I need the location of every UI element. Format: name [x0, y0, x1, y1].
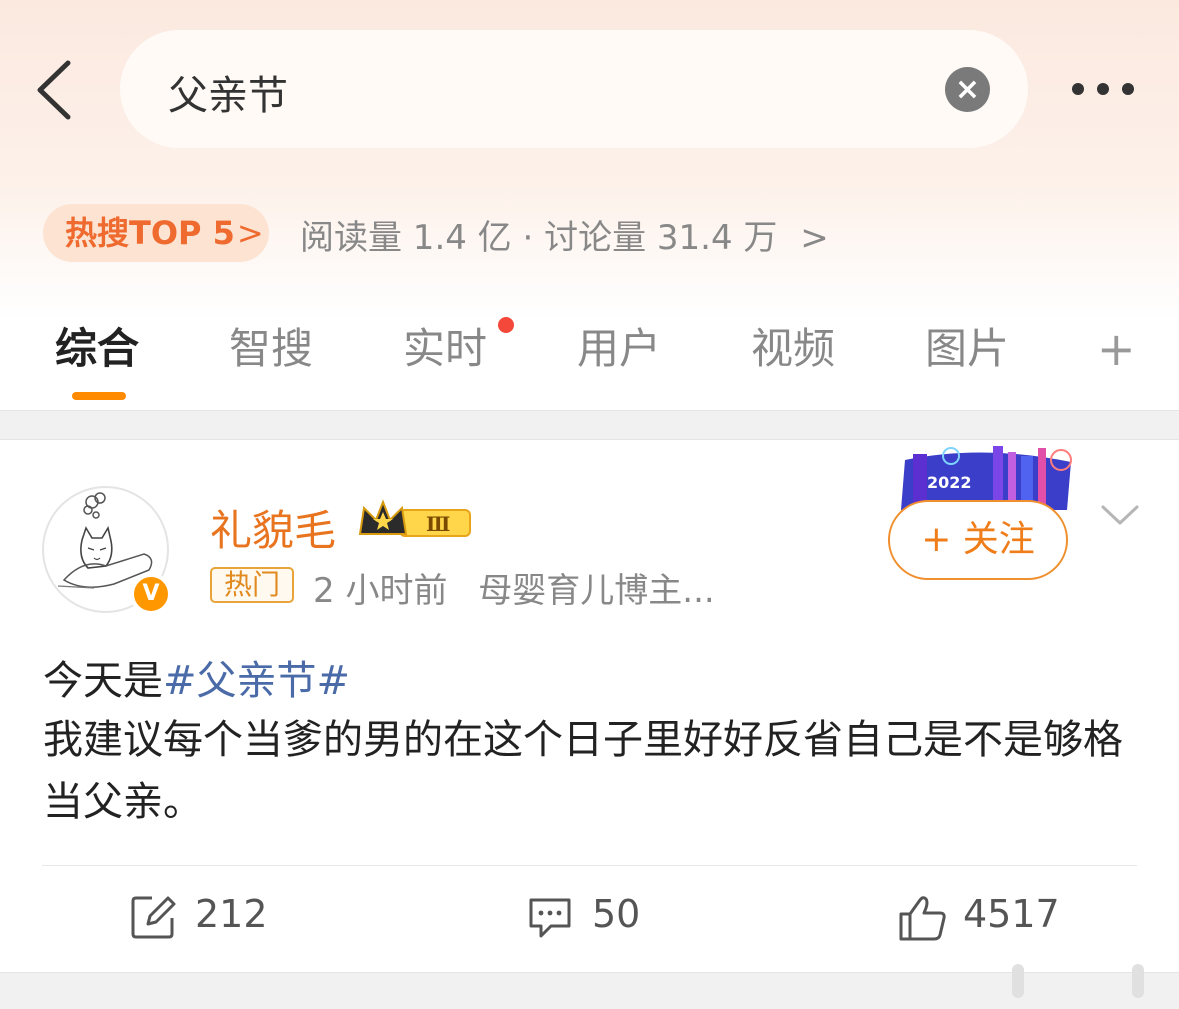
member-level: Ⅲ [426, 512, 450, 536]
post-time: 2 小时前 [313, 571, 448, 611]
topic-stats-text: 阅读量 1.4 亿 · 讨论量 31.4 万 [300, 218, 778, 258]
scroll-indicator [1132, 964, 1144, 998]
like-count: 4517 [963, 892, 1060, 936]
tab-videos[interactable]: 视频 [751, 315, 835, 376]
repost-count: 212 [195, 892, 268, 936]
post-text-first-line: 今天是#父亲节# [43, 648, 350, 706]
realtime-new-dot [498, 317, 514, 333]
tab-comprehensive[interactable]: 综合 [55, 315, 139, 376]
crown-icon[interactable]: Ⅲ [358, 498, 474, 544]
hot-rank-badge[interactable]: 热搜TOP 5> [43, 204, 269, 262]
search-input[interactable]: 父亲节 × [120, 30, 1028, 148]
more-icon-dot [1097, 83, 1109, 95]
action-divider [42, 865, 1137, 866]
chevron-right-icon: > [800, 218, 829, 258]
section-divider [0, 410, 1179, 440]
hot-tag: 热门 [210, 567, 294, 603]
post-text-prefix: 今天是 [43, 658, 163, 704]
tab-users[interactable]: 用户 [577, 315, 661, 376]
banner-year: 2022 [927, 473, 972, 492]
username[interactable]: 礼貌毛 [210, 497, 336, 558]
comment-icon [529, 898, 571, 938]
profile-description: 母婴育儿博主... [478, 571, 715, 611]
more-button[interactable] [1068, 72, 1138, 106]
topic-stats[interactable]: 阅读量 1.4 亿 · 讨论量 31.4 万 > [300, 210, 829, 259]
post-meta: 2 小时前 母婴育儿博主... [313, 563, 715, 612]
hot-rank-label: 热搜TOP 5 [65, 214, 235, 252]
search-query[interactable]: 父亲节 [168, 63, 288, 121]
scroll-indicator [1012, 964, 1024, 998]
active-tab-indicator [72, 392, 126, 400]
follow-button[interactable]: + 关注 [888, 500, 1068, 580]
tab-smart-search[interactable]: 智搜 [229, 315, 313, 376]
more-icon-dot [1122, 83, 1134, 95]
back-button[interactable] [30, 55, 80, 125]
clear-button[interactable]: × [945, 67, 990, 112]
topic-link[interactable]: #父亲节# [163, 658, 350, 704]
comment-count: 50 [592, 892, 641, 936]
more-icon [1072, 83, 1084, 95]
chevron-right-icon: > [236, 214, 264, 252]
section-divider [0, 972, 1179, 1009]
tab-bar: 综合 智搜 实时 用户 视频 图片 [0, 315, 1179, 385]
chevron-down-icon [1101, 505, 1139, 525]
clear-icon: × [954, 72, 981, 107]
plus-icon[interactable]: + [1097, 326, 1136, 372]
back-icon [37, 60, 71, 120]
like-icon [899, 896, 946, 941]
tab-realtime[interactable]: 实时 [403, 315, 487, 376]
post-body: 我建议每个当爹的男的在这个日子里好好反省自己是不是够格当父亲。 [43, 717, 1123, 825]
repost-icon [131, 896, 176, 939]
verified-icon: V [130, 573, 172, 615]
post-menu-button[interactable] [1100, 503, 1140, 527]
tab-images[interactable]: 图片 [925, 315, 1009, 376]
